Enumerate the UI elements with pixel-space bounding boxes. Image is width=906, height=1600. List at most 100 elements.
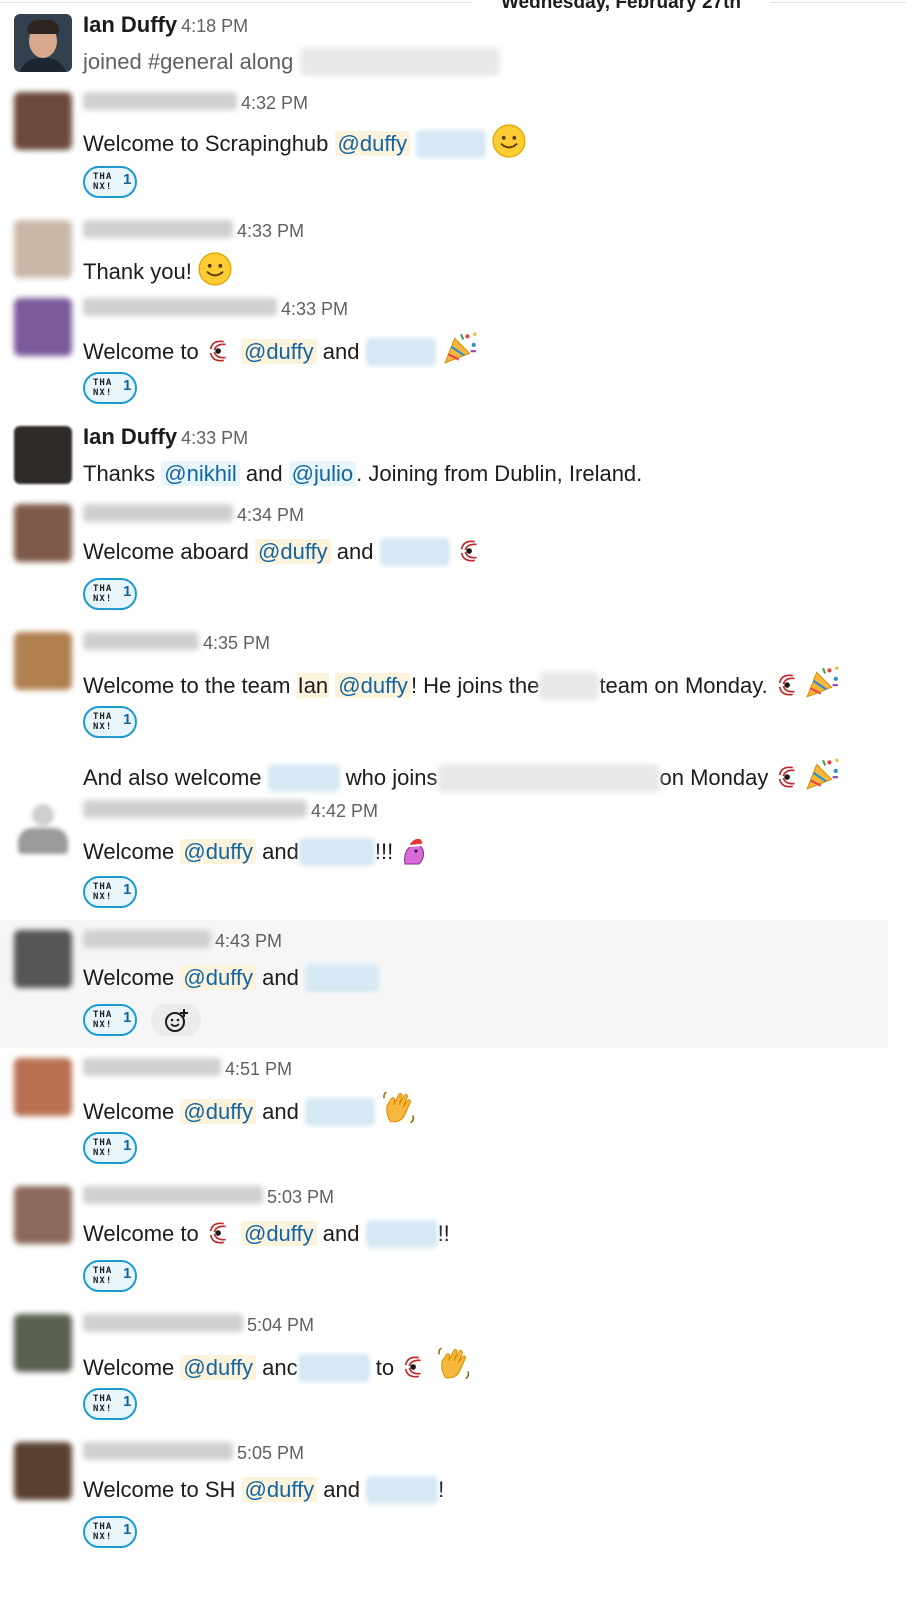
redacted-text bbox=[299, 48, 500, 76]
reaction-thanx[interactable]: THA NX! 1 bbox=[83, 1260, 137, 1292]
sender-name-redacted[interactable] bbox=[83, 1058, 221, 1076]
message-text: Welcome to Scrapinghub @duffy bbox=[83, 124, 527, 160]
reaction-thanx[interactable]: THA NX! 1 bbox=[83, 166, 137, 198]
sender-name-redacted[interactable] bbox=[83, 1186, 263, 1204]
redacted-mention[interactable] bbox=[267, 764, 340, 792]
user-mention[interactable]: @duffy bbox=[180, 965, 257, 990]
reaction-thanx[interactable]: THA NX! 1 bbox=[83, 1004, 137, 1036]
timestamp[interactable]: 4:18 PM bbox=[181, 16, 248, 36]
day-divider-label[interactable]: Wednesday, February 27th bbox=[472, 0, 770, 15]
user-mention[interactable]: @duffy bbox=[180, 1099, 257, 1124]
avatar[interactable] bbox=[14, 1186, 72, 1244]
message-text: Welcome aboard @duffy and bbox=[83, 536, 486, 568]
user-mention-julio[interactable]: @julio bbox=[288, 461, 357, 486]
reaction-count: 1 bbox=[123, 171, 132, 188]
avatar[interactable] bbox=[14, 92, 72, 150]
timestamp[interactable]: 5:05 PM bbox=[237, 1443, 304, 1463]
scrapinghub-logo-icon bbox=[209, 340, 227, 362]
avatar[interactable] bbox=[14, 1442, 72, 1500]
add-reaction-button[interactable] bbox=[151, 1004, 201, 1036]
message-header: 4:43 PM bbox=[83, 930, 282, 958]
scrapinghub-logo-icon bbox=[209, 1222, 227, 1244]
message-header: Ian Duffy 4:33 PM bbox=[83, 424, 248, 452]
avatar[interactable] bbox=[14, 298, 72, 356]
message-header: Ian Duffy 4:18 PM bbox=[83, 12, 248, 40]
message-header: 4:34 PM bbox=[83, 504, 304, 532]
avatar[interactable] bbox=[14, 1314, 72, 1372]
avatar[interactable] bbox=[14, 504, 72, 562]
avatar[interactable] bbox=[14, 1058, 72, 1116]
user-mention[interactable]: @duffy bbox=[241, 1477, 318, 1502]
message-header: 4:35 PM bbox=[83, 632, 270, 660]
redacted-mention[interactable] bbox=[304, 1098, 375, 1126]
sender-name[interactable]: Ian Duffy bbox=[83, 12, 177, 37]
reaction-count: 1 bbox=[123, 881, 132, 898]
user-mention[interactable]: @duffy bbox=[240, 1221, 317, 1246]
message-header: 4:33 PM bbox=[83, 220, 304, 248]
timestamp[interactable]: 4:42 PM bbox=[311, 801, 378, 821]
user-mention-nikhil[interactable]: @nikhil bbox=[161, 461, 240, 486]
redacted-mention[interactable] bbox=[297, 1354, 370, 1382]
sender-name-redacted[interactable] bbox=[83, 220, 233, 238]
scrapinghub-logo-icon bbox=[778, 674, 796, 696]
user-mention[interactable]: @duffy bbox=[255, 539, 331, 564]
redacted-team bbox=[437, 764, 660, 792]
redacted-mention[interactable] bbox=[365, 338, 436, 366]
redacted-mention[interactable] bbox=[298, 838, 375, 866]
message-header: 4:42 PM bbox=[83, 800, 378, 828]
sender-name-redacted[interactable] bbox=[83, 1314, 243, 1332]
avatar[interactable] bbox=[14, 220, 72, 278]
message-header: 5:03 PM bbox=[83, 1186, 334, 1214]
reaction-thanx[interactable]: THA NX! 1 bbox=[83, 706, 137, 738]
reaction-thanx[interactable]: THA NX! 1 bbox=[83, 1132, 137, 1164]
avatar[interactable] bbox=[14, 930, 72, 988]
timestamp[interactable]: 4:35 PM bbox=[203, 633, 270, 653]
scrapinghub-logo-icon bbox=[405, 1356, 422, 1378]
user-mention[interactable]: @duffy bbox=[335, 673, 411, 698]
reaction-thanx[interactable]: THA NX! 1 bbox=[83, 1516, 137, 1548]
timestamp[interactable]: 4:33 PM bbox=[181, 428, 248, 448]
timestamp[interactable]: 4:43 PM bbox=[215, 931, 282, 951]
add-reaction-icon bbox=[165, 1009, 188, 1032]
sender-name-redacted[interactable] bbox=[83, 930, 211, 948]
message-text: Welcome to the team Ian @duffy! He joins… bbox=[83, 664, 840, 702]
reaction-count: 1 bbox=[123, 377, 132, 394]
timestamp[interactable]: 4:33 PM bbox=[237, 221, 304, 241]
sender-name[interactable]: Ian Duffy bbox=[83, 424, 177, 449]
sender-name-redacted[interactable] bbox=[83, 298, 277, 316]
user-mention[interactable]: @duffy bbox=[180, 839, 257, 864]
avatar[interactable] bbox=[14, 632, 72, 690]
avatar[interactable] bbox=[14, 14, 72, 72]
redacted-mention[interactable] bbox=[416, 130, 487, 158]
redacted-mention[interactable] bbox=[366, 1476, 439, 1504]
user-mention[interactable]: @duffy bbox=[334, 131, 411, 156]
smile-emoji bbox=[492, 124, 527, 158]
avatar[interactable] bbox=[14, 800, 72, 858]
timestamp[interactable]: 5:04 PM bbox=[247, 1315, 314, 1335]
user-mention[interactable]: @duffy bbox=[180, 1355, 257, 1380]
sender-name-redacted[interactable] bbox=[83, 504, 233, 522]
sender-name-redacted[interactable] bbox=[83, 92, 237, 110]
sender-name-redacted[interactable] bbox=[83, 1442, 233, 1460]
timestamp[interactable]: 5:03 PM bbox=[267, 1187, 334, 1207]
timestamp[interactable]: 4:32 PM bbox=[241, 93, 308, 113]
scrapinghub-logo-icon bbox=[779, 766, 796, 788]
party-popper-emoji bbox=[806, 757, 841, 790]
timestamp[interactable]: 4:34 PM bbox=[237, 505, 304, 525]
message-text-continued: And also welcome who joins on Monday bbox=[83, 756, 841, 794]
reaction-thanx[interactable]: THA NX! 1 bbox=[83, 372, 137, 404]
redacted-mention[interactable] bbox=[304, 964, 379, 992]
user-mention[interactable]: @duffy bbox=[240, 339, 317, 364]
reaction-thanx[interactable]: THA NX! 1 bbox=[83, 876, 137, 908]
reaction-thanx[interactable]: THA NX! 1 bbox=[83, 1388, 137, 1420]
avatar[interactable] bbox=[14, 426, 72, 484]
sender-name-redacted[interactable] bbox=[83, 632, 199, 650]
message-text: Welcome to @duffy and !! bbox=[83, 1218, 450, 1250]
timestamp[interactable]: 4:33 PM bbox=[281, 299, 348, 319]
redacted-mention[interactable] bbox=[365, 1220, 438, 1248]
timestamp[interactable]: 4:51 PM bbox=[225, 1059, 292, 1079]
reaction-thanx[interactable]: THA NX! 1 bbox=[83, 578, 137, 610]
message-text: Thanks @nikhil and @julio. Joining from … bbox=[83, 461, 643, 486]
redacted-mention[interactable] bbox=[379, 538, 450, 566]
sender-name-redacted[interactable] bbox=[83, 800, 307, 818]
